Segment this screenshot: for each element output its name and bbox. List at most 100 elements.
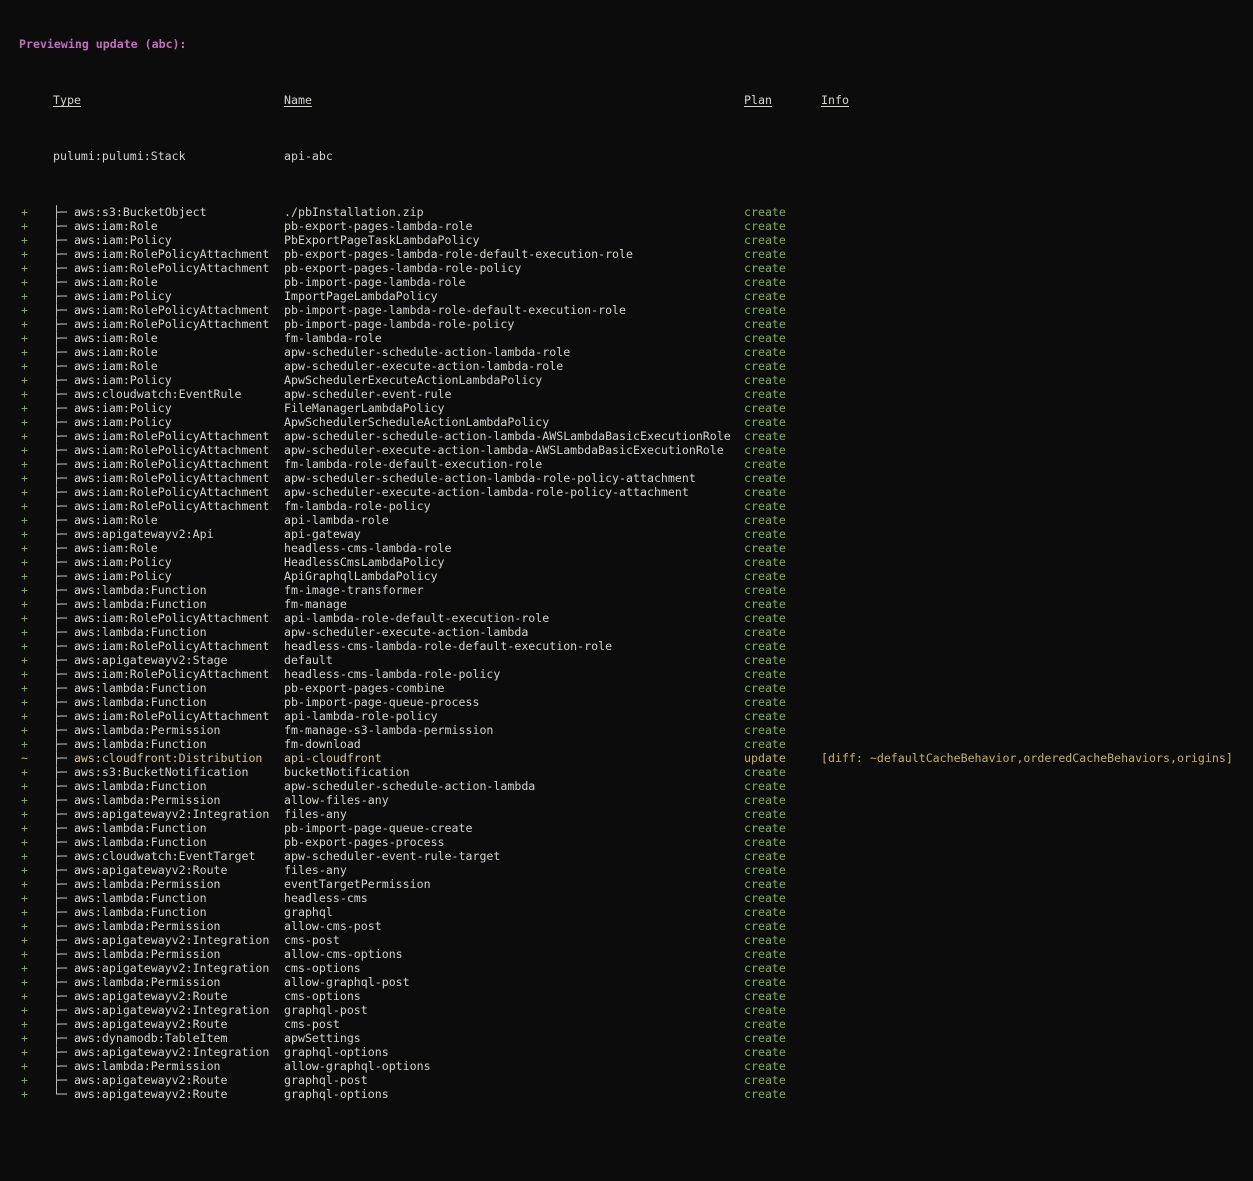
resource-name: fm-lambda-role-default-execution-role: [284, 457, 744, 471]
table-row: + ├─ aws:iam:Role apw-scheduler-execute-…: [19, 359, 1253, 373]
resource-type: aws:apigatewayv2:Route: [74, 1087, 228, 1101]
resource-name: ApwSchedulerExecuteActionLambdaPolicy: [284, 373, 744, 387]
resource-type: aws:cloudfront:Distribution: [74, 751, 262, 765]
tree-connector-icon: ├─: [53, 961, 74, 975]
table-row: + ├─ aws:apigatewayv2:Integration cms-op…: [19, 961, 1253, 975]
table-row: + ├─ aws:iam:Policy PbExportPageTaskLamb…: [19, 233, 1253, 247]
table-row: + ├─ aws:lambda:Function fm-image-transf…: [19, 583, 1253, 597]
resource-type: aws:iam:Policy: [74, 415, 172, 429]
tree-connector-icon: ├─: [53, 933, 74, 947]
tree-connector-icon: ├─: [53, 597, 74, 611]
table-row: + ├─ aws:lambda:Permission allow-graphql…: [19, 1059, 1253, 1073]
resource-name: graphql-options: [284, 1087, 744, 1101]
plan-value: create: [744, 905, 821, 919]
row-op-marker: +: [19, 527, 53, 541]
resource-type: aws:iam:RolePolicyAttachment: [74, 457, 269, 471]
table-row: + ├─ aws:apigatewayv2:Route graphql-post…: [19, 1073, 1253, 1087]
row-type-cell: ├─ aws:iam:RolePolicyAttachment: [53, 457, 284, 471]
resource-name: fm-lambda-role-policy: [284, 499, 744, 513]
resource-type: aws:lambda:Function: [74, 681, 207, 695]
resource-type: aws:iam:Role: [74, 275, 158, 289]
resource-type: aws:apigatewayv2:Route: [74, 989, 228, 1003]
plan-value: create: [744, 681, 821, 695]
table-row: + ├─ aws:iam:RolePolicyAttachment headle…: [19, 667, 1253, 681]
resource-name: graphql-post: [284, 1003, 744, 1017]
resource-name: eventTargetPermission: [284, 877, 744, 891]
table-row: + ├─ aws:apigatewayv2:Integration files-…: [19, 807, 1253, 821]
plan-value: create: [744, 709, 821, 723]
plan-value: create: [744, 807, 821, 821]
resource-type: aws:iam:RolePolicyAttachment: [74, 499, 269, 513]
tree-connector-icon: ├─: [53, 779, 74, 793]
row-op-marker: +: [19, 1031, 53, 1045]
stack-type: pulumi:pulumi:Stack: [53, 149, 284, 163]
table-row: + ├─ aws:iam:RolePolicyAttachment pb-imp…: [19, 303, 1253, 317]
plan-value: create: [744, 639, 821, 653]
plan-value: create: [744, 835, 821, 849]
tree-connector-icon: ├─: [53, 737, 74, 751]
resource-type: aws:lambda:Function: [74, 583, 207, 597]
resource-type: aws:apigatewayv2:Route: [74, 1073, 228, 1087]
resource-type: aws:iam:Policy: [74, 233, 172, 247]
row-op-marker: +: [19, 639, 53, 653]
row-type-cell: ├─ aws:iam:RolePolicyAttachment: [53, 443, 284, 457]
resource-name: pb-import-page-lambda-role-policy: [284, 317, 744, 331]
resource-name: allow-graphql-options: [284, 1059, 744, 1073]
row-op-marker: +: [19, 765, 53, 779]
row-op-marker: +: [19, 877, 53, 891]
row-type-cell: ├─ aws:iam:RolePolicyAttachment: [53, 611, 284, 625]
row-op-marker: +: [19, 415, 53, 429]
row-op-marker: +: [19, 205, 53, 219]
table-row: + ├─ aws:iam:Role pb-import-page-lambda-…: [19, 275, 1253, 289]
row-op-marker: +: [19, 597, 53, 611]
plan-value: create: [744, 387, 821, 401]
resource-name: cms-options: [284, 961, 744, 975]
tree-connector-icon: ├─: [53, 1059, 74, 1073]
resource-type: aws:apigatewayv2:Route: [74, 1017, 228, 1031]
row-op-marker: +: [19, 331, 53, 345]
resource-name: headless-cms-lambda-role-policy: [284, 667, 744, 681]
plan-value: create: [744, 429, 821, 443]
resource-type: aws:lambda:Function: [74, 821, 207, 835]
row-type-cell: ├─ aws:iam:RolePolicyAttachment: [53, 261, 284, 275]
resource-type: aws:cloudwatch:EventRule: [74, 387, 242, 401]
tree-connector-icon: └─: [53, 1087, 74, 1101]
resource-name: allow-files-any: [284, 793, 744, 807]
table-row: + ├─ aws:iam:RolePolicyAttachment apw-sc…: [19, 485, 1253, 499]
row-op-marker: +: [19, 261, 53, 275]
plan-value: create: [744, 961, 821, 975]
resource-name: ./pbInstallation.zip: [284, 205, 744, 219]
tree-connector-icon: ├─: [53, 443, 74, 457]
resource-type: aws:lambda:Function: [74, 625, 207, 639]
row-op-marker: +: [19, 219, 53, 233]
resource-name: apw-scheduler-execute-action-lambda-role…: [284, 485, 744, 499]
plan-value: create: [744, 289, 821, 303]
table-row: + ├─ aws:lambda:Function fm-download cre…: [19, 737, 1253, 751]
resource-name: apw-scheduler-schedule-action-lambda-rol…: [284, 345, 744, 359]
resource-name: fm-manage: [284, 597, 744, 611]
resource-name: files-any: [284, 863, 744, 877]
table-row: + ├─ aws:apigatewayv2:Route cms-options …: [19, 989, 1253, 1003]
table-row: + ├─ aws:dynamodb:TableItem apwSettings …: [19, 1031, 1253, 1045]
plan-value: create: [744, 359, 821, 373]
row-type-cell: ├─ aws:s3:BucketObject: [53, 205, 284, 219]
tree-connector-icon: ├─: [53, 975, 74, 989]
table-row: + ├─ aws:s3:BucketNotification bucketNot…: [19, 765, 1253, 779]
resource-type: aws:iam:RolePolicyAttachment: [74, 317, 269, 331]
tree-connector-icon: ├─: [53, 219, 74, 233]
tree-connector-icon: ├─: [53, 989, 74, 1003]
row-type-cell: ├─ aws:cloudwatch:EventTarget: [53, 849, 284, 863]
row-op-marker: +: [19, 1087, 53, 1101]
row-op-marker: +: [19, 541, 53, 555]
plan-value: create: [744, 303, 821, 317]
row-type-cell: ├─ aws:lambda:Function: [53, 891, 284, 905]
tree-connector-icon: ├─: [53, 905, 74, 919]
resource-type: aws:apigatewayv2:Api: [74, 527, 214, 541]
row-type-cell: ├─ aws:iam:RolePolicyAttachment: [53, 429, 284, 443]
row-op-marker: +: [19, 513, 53, 527]
row-op-marker: +: [19, 1045, 53, 1059]
row-op-marker: +: [19, 275, 53, 289]
resource-name: PbExportPageTaskLambdaPolicy: [284, 233, 744, 247]
row-op-marker: +: [19, 387, 53, 401]
tree-connector-icon: ├─: [53, 359, 74, 373]
